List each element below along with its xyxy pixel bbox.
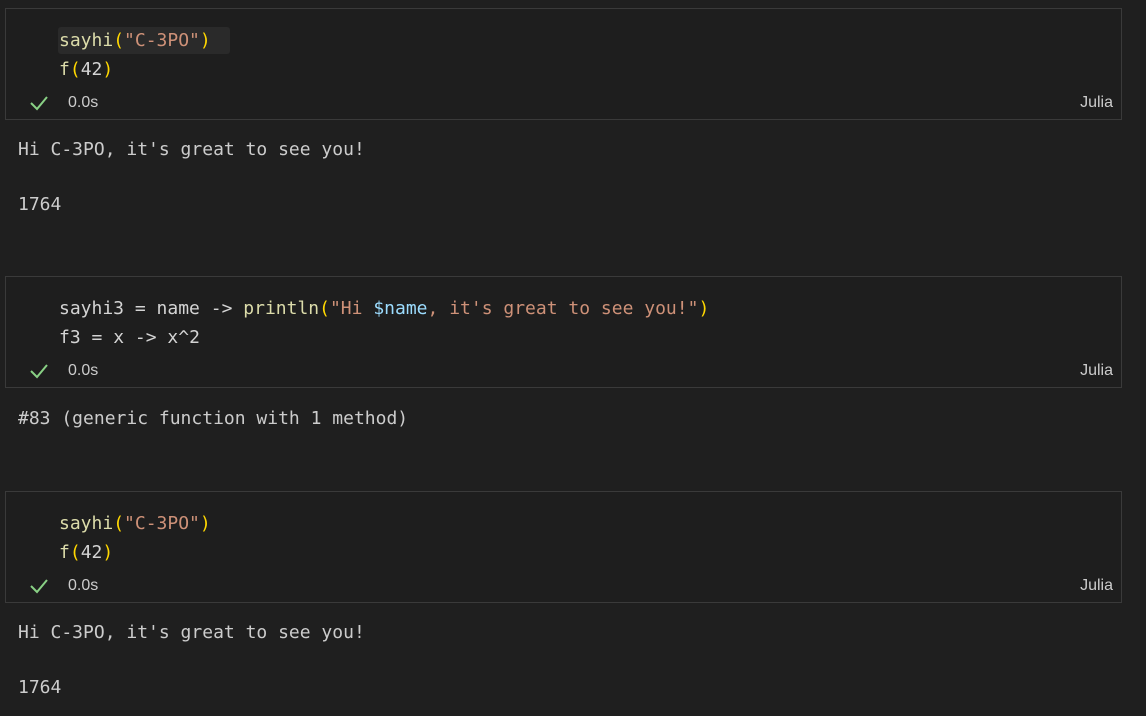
code-token: )	[199, 513, 211, 534]
code-line[interactable]: f(42)	[59, 542, 113, 564]
code-token: ->	[199, 298, 244, 319]
code-line[interactable]: sayhi("C-3PO")	[59, 30, 211, 52]
code-cell-2[interactable]: sayhi3 = name -> println("Hi $name, it's…	[5, 276, 1122, 388]
code-line[interactable]: f(42)	[59, 59, 113, 81]
code-token: (	[319, 298, 330, 319]
code-line[interactable]: sayhi("C-3PO")	[59, 513, 211, 535]
check-icon	[30, 364, 48, 379]
code-token: )	[698, 298, 710, 319]
cell-output-value: 1764	[18, 677, 62, 698]
code-token: sayhi	[59, 30, 114, 51]
language-selector[interactable]: Julia	[1080, 577, 1113, 595]
code-token: =	[80, 327, 114, 348]
code-token: x^2	[167, 327, 200, 348]
code-cell-1[interactable]: sayhi("C-3PO") f(42) 0.0s Julia	[5, 8, 1122, 120]
cell-output-text: Hi C-3PO, it's great to see you!	[18, 139, 365, 160]
code-token: sayhi	[59, 513, 114, 534]
code-token: "C-3PO"	[124, 513, 200, 534]
code-token: "C-3PO"	[124, 30, 200, 51]
language-selector[interactable]: Julia	[1080, 94, 1113, 112]
execution-time: 0.0s	[68, 577, 99, 594]
code-token: name	[156, 298, 200, 319]
check-icon	[30, 579, 48, 594]
code-token: sayhi3	[59, 298, 125, 319]
code-cell-3[interactable]: sayhi("C-3PO") f(42) 0.0s Julia	[5, 491, 1122, 603]
code-token: )	[199, 30, 211, 51]
code-token: f	[59, 59, 70, 80]
code-token: 42	[80, 542, 103, 563]
execution-time: 0.0s	[68, 94, 99, 111]
code-token: (	[113, 30, 125, 51]
code-line[interactable]: f3 = x -> x^2	[59, 327, 200, 349]
cell-output-text: #83 (generic function with 1 method)	[18, 408, 409, 429]
code-token: x	[113, 327, 125, 348]
code-token: "Hi	[329, 298, 374, 319]
check-icon	[30, 96, 48, 111]
code-token: 42	[80, 59, 103, 80]
code-token: (	[69, 59, 81, 80]
code-token: f3	[59, 327, 81, 348]
execution-time: 0.0s	[68, 362, 99, 379]
code-token: (	[113, 513, 125, 534]
code-token: f	[59, 542, 70, 563]
code-token: (	[69, 542, 81, 563]
cell-output-text: Hi C-3PO, it's great to see you!	[18, 622, 365, 643]
code-token: println	[243, 298, 320, 319]
code-token: ->	[124, 327, 168, 348]
language-selector[interactable]: Julia	[1080, 362, 1113, 380]
code-token: =	[124, 298, 157, 319]
code-token: )	[102, 542, 114, 563]
code-token: , it's great to see you!"	[427, 298, 699, 319]
cell-output-value: 1764	[18, 194, 62, 215]
code-line[interactable]: sayhi3 = name -> println("Hi $name, it's…	[59, 298, 709, 320]
code-token: )	[102, 59, 114, 80]
code-token: $name	[373, 298, 428, 319]
